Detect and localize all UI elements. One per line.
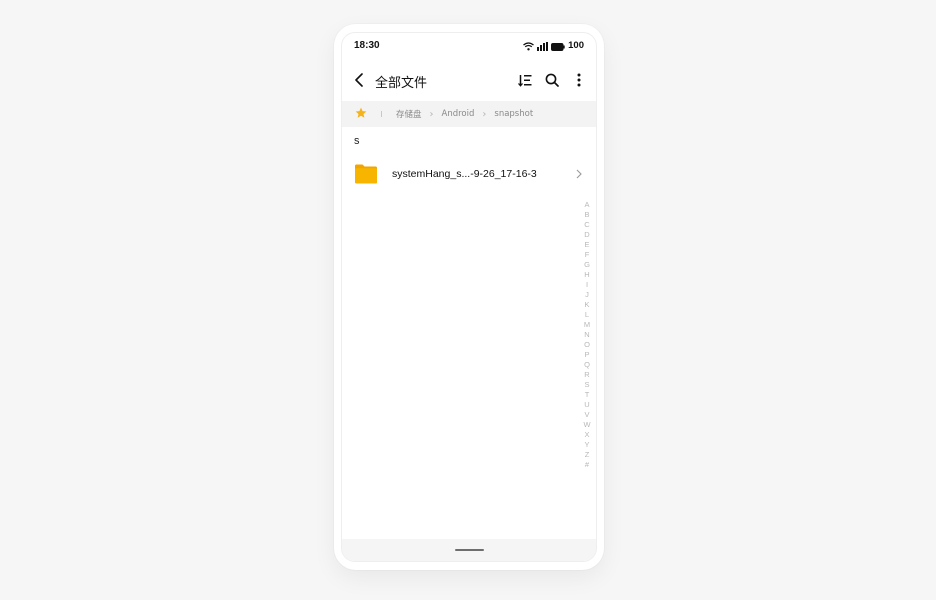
alphabet-index-letter[interactable]: U [584, 400, 589, 410]
breadcrumb-item-storage[interactable]: 存储盘 [396, 108, 422, 120]
alphabet-index-letter[interactable]: P [584, 350, 589, 360]
alphabet-index-letter[interactable]: B [584, 210, 589, 220]
favorites-button[interactable] [355, 107, 367, 122]
top-app-bar: 全部文件 [342, 63, 596, 99]
alphabet-index-letter[interactable]: # [585, 460, 589, 470]
breadcrumb: 存储盘 › Android › snapshot [342, 101, 596, 127]
alphabet-index-letter[interactable]: X [584, 430, 589, 440]
alphabet-index-letter[interactable]: Q [584, 360, 590, 370]
alphabet-index-letter[interactable]: T [585, 390, 590, 400]
alphabet-index-letter[interactable]: A [584, 200, 589, 210]
battery-icon [551, 36, 565, 55]
alphabet-index-letter[interactable]: D [584, 230, 589, 240]
folder-icon [355, 164, 377, 184]
screen: 18:30 100 全部文件 存储盘 › Android › snapshot … [341, 32, 597, 562]
breadcrumb-divider [381, 111, 382, 117]
phone-frame: 18:30 100 全部文件 存储盘 › Android › snapshot … [334, 24, 604, 570]
alphabet-index-letter[interactable]: O [584, 340, 590, 350]
page-title: 全部文件 [375, 76, 428, 91]
alphabet-index-letter[interactable]: V [584, 410, 589, 420]
alphabet-index-letter[interactable]: L [585, 310, 589, 320]
bottom-navigation-bar [342, 539, 596, 561]
alphabet-index-letter[interactable]: E [584, 240, 589, 250]
breadcrumb-item-android[interactable]: Android [442, 109, 475, 119]
top-actions [516, 72, 588, 90]
alphabet-index-letter[interactable]: J [585, 290, 589, 300]
chevron-right-icon: › [429, 108, 434, 120]
chevron-right-icon: › [482, 108, 487, 120]
alphabet-index-letter[interactable]: F [585, 250, 590, 260]
alphabet-index-letter[interactable]: M [584, 320, 590, 330]
more-button[interactable] [570, 72, 588, 90]
back-arrow-icon [354, 72, 364, 91]
search-icon [545, 72, 559, 91]
status-bar: 18:30 100 [342, 33, 596, 59]
section-header: s [354, 135, 360, 147]
alphabet-index-letter[interactable]: Y [584, 440, 589, 450]
more-vert-icon [577, 72, 581, 91]
file-name: systemHang_s...-9-26_17-16-3 [392, 168, 537, 180]
alphabet-index-letter[interactable]: S [584, 380, 589, 390]
status-time: 18:30 [354, 40, 380, 51]
signal-icon [537, 36, 549, 55]
alphabet-index-letter[interactable]: C [584, 220, 589, 230]
status-icons: 100 [523, 39, 584, 51]
list-item[interactable]: systemHang_s...-9-26_17-16-3 [342, 155, 596, 195]
alphabet-index-letter[interactable]: R [584, 370, 589, 380]
chevron-right-icon [574, 168, 584, 180]
alphabet-index-letter[interactable]: W [583, 420, 590, 430]
search-button[interactable] [543, 72, 561, 90]
alphabet-index-letter[interactable]: K [584, 300, 589, 310]
battery-level: 100 [568, 39, 584, 51]
alphabet-index-letter[interactable]: H [584, 270, 589, 280]
alphabet-index-letter[interactable]: I [586, 280, 588, 290]
sort-button[interactable] [516, 72, 534, 90]
stage: 18:30 100 全部文件 存储盘 › Android › snapshot … [0, 0, 936, 600]
star-icon [355, 107, 367, 122]
alphabet-index-letter[interactable]: G [584, 260, 590, 270]
back-button[interactable] [350, 72, 368, 90]
wifi-icon [523, 36, 535, 55]
alphabet-index-letter[interactable]: Z [585, 450, 590, 460]
breadcrumb-item-snapshot[interactable]: snapshot [494, 109, 533, 119]
sort-icon [518, 72, 532, 91]
home-indicator[interactable] [455, 549, 484, 551]
alphabet-index-letter[interactable]: N [584, 330, 589, 340]
alphabet-index[interactable]: A B C D E F G H I J K L M N O P Q R S T U V W X Y Z # [582, 200, 592, 470]
